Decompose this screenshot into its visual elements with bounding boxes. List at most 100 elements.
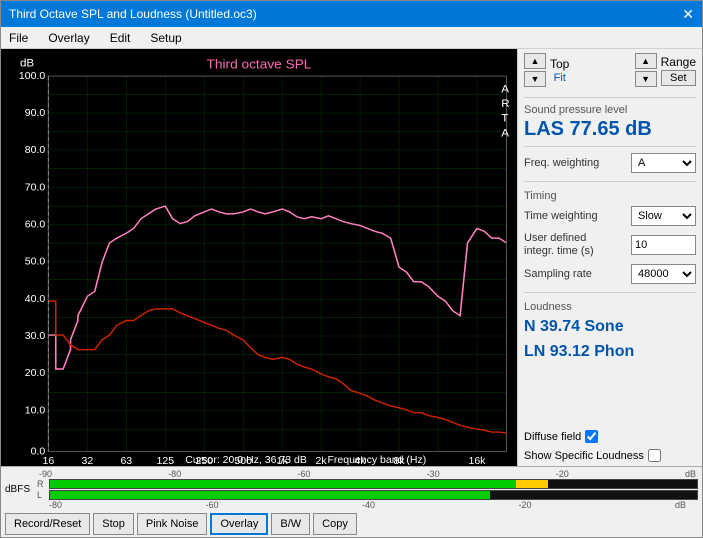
top-fit-btngroup: ▲ ▼ <box>524 53 546 87</box>
timing-label: Timing <box>524 190 696 202</box>
diffuse-field-checkbox[interactable] <box>585 430 598 443</box>
diffuse-field-label: Diffuse field <box>524 431 581 443</box>
svg-text:2k: 2k <box>316 456 328 466</box>
svg-text:125: 125 <box>157 456 175 466</box>
user-integ-input[interactable] <box>631 235 696 255</box>
menu-edit[interactable]: Edit <box>106 30 135 46</box>
meter-tick-db: dB <box>685 469 696 479</box>
fit-label: Fit <box>554 72 566 84</box>
range-label: Range <box>661 55 696 69</box>
record-reset-button[interactable]: Record/Reset <box>5 513 90 535</box>
meter-tick2-20: -20 <box>518 500 531 510</box>
meter-tick-60: -60 <box>297 469 310 479</box>
svg-text:A: A <box>501 84 509 95</box>
bottom-bar: dBFS -90 -80 -60 -30 -20 dB R <box>1 466 702 537</box>
sampling-rate-select[interactable]: 48000 44100 96000 <box>631 264 696 284</box>
overlay-button[interactable]: Overlay <box>210 513 268 535</box>
freq-weighting-select[interactable]: A B C Z <box>631 153 696 173</box>
divider3 <box>524 181 696 182</box>
svg-text:90.0: 90.0 <box>25 108 46 119</box>
window-title: Third Octave SPL and Loudness (Untitled.… <box>9 7 257 21</box>
pink-noise-button[interactable]: Pink Noise <box>137 513 208 535</box>
svg-text:50.0: 50.0 <box>25 257 46 268</box>
svg-text:32: 32 <box>81 456 93 466</box>
spl-section: Sound pressure level LAS 77.65 dB <box>524 104 696 140</box>
svg-text:30.0: 30.0 <box>25 331 46 342</box>
chart-container: Third octave SPL dB <box>1 49 517 466</box>
svg-text:A: A <box>501 128 509 139</box>
show-specific-row: Show Specific Loudness <box>524 449 696 462</box>
svg-text:R: R <box>501 99 509 110</box>
svg-text:Third octave SPL: Third octave SPL <box>207 57 312 71</box>
meter-tick-30: -30 <box>427 469 440 479</box>
svg-text:10.0: 10.0 <box>25 406 46 417</box>
loudness-ln-value: LN 93.12 Phon <box>524 342 696 363</box>
l-label: L <box>37 490 47 500</box>
svg-text:63: 63 <box>120 456 132 466</box>
chart-svg: Third octave SPL dB <box>1 49 517 466</box>
right-panel: ▲ ▼ Top Fit ▲ ▼ Range Set <box>517 49 702 466</box>
meter-tick2-80: -80 <box>49 500 62 510</box>
svg-text:60.0: 60.0 <box>25 220 46 231</box>
svg-text:70.0: 70.0 <box>25 183 46 194</box>
diffuse-field-row: Diffuse field <box>524 430 696 443</box>
svg-text:T: T <box>501 113 508 124</box>
sampling-rate-row: Sampling rate 48000 44100 96000 <box>524 264 696 284</box>
top-left-group: ▲ ▼ Top Fit <box>524 53 569 87</box>
menu-file[interactable]: File <box>5 30 32 46</box>
meter-tick2-60: -60 <box>205 500 218 510</box>
bw-button[interactable]: B/W <box>271 513 310 535</box>
spl-label: Sound pressure level <box>524 104 696 116</box>
range-down-button[interactable]: ▼ <box>635 71 657 87</box>
dbfs-label: dBFS <box>5 484 33 495</box>
menu-setup[interactable]: Setup <box>146 30 185 46</box>
meter-tick-20: -20 <box>556 469 569 479</box>
main-content: Third octave SPL dB <box>1 49 702 466</box>
top-up-button[interactable]: ▲ <box>524 53 546 69</box>
close-button[interactable]: ✕ <box>682 7 694 21</box>
svg-text:20.0: 20.0 <box>25 368 46 379</box>
set-button[interactable]: Set <box>661 70 696 86</box>
svg-text:80.0: 80.0 <box>25 145 46 156</box>
show-specific-checkbox[interactable] <box>648 449 661 462</box>
time-weighting-row: Time weighting Slow Fast Impulse <box>524 206 696 226</box>
menu-bar: File Overlay Edit Setup <box>1 27 702 49</box>
range-btngroup: ▲ ▼ <box>635 53 657 87</box>
main-window: Third Octave SPL and Loudness (Untitled.… <box>0 0 703 538</box>
user-integ-row: User definedintegr. time (s) <box>524 232 696 258</box>
loudness-n-value: N 39.74 Sone <box>524 317 696 338</box>
top-controls-row: ▲ ▼ Top Fit ▲ ▼ Range Set <box>524 53 696 87</box>
menu-overlay[interactable]: Overlay <box>44 30 93 46</box>
divider4 <box>524 292 696 293</box>
stop-button[interactable]: Stop <box>93 513 134 535</box>
top-down-button[interactable]: ▼ <box>524 71 546 87</box>
svg-text:40.0: 40.0 <box>25 294 46 305</box>
copy-button[interactable]: Copy <box>313 513 357 535</box>
meter-tick2-40: -40 <box>362 500 375 510</box>
loudness-label: Loudness <box>524 301 696 313</box>
svg-text:16k: 16k <box>468 456 486 466</box>
freq-weighting-row: Freq. weighting A B C Z <box>524 153 696 173</box>
divider1 <box>524 97 696 98</box>
freq-weighting-label: Freq. weighting <box>524 157 599 169</box>
svg-text:dB: dB <box>20 58 34 69</box>
time-weighting-label: Time weighting <box>524 210 598 222</box>
show-specific-label: Show Specific Loudness <box>524 450 644 462</box>
divider2 <box>524 146 696 147</box>
spl-value: LAS 77.65 dB <box>524 118 696 140</box>
r-label: R <box>37 479 47 489</box>
buttons-row: Record/Reset Stop Pink Noise Overlay B/W… <box>1 511 702 537</box>
svg-text:16: 16 <box>43 456 55 466</box>
svg-text:100.0: 100.0 <box>19 71 46 82</box>
meter-tick-80: -80 <box>168 469 181 479</box>
svg-text:Frequency band (Hz): Frequency band (Hz) <box>327 455 426 466</box>
chart-area: Third octave SPL dB <box>1 49 517 466</box>
top-label: Top <box>550 57 569 71</box>
user-integ-label: User definedintegr. time (s) <box>524 232 594 258</box>
range-up-button[interactable]: ▲ <box>635 53 657 69</box>
sampling-rate-label: Sampling rate <box>524 268 592 280</box>
title-bar: Third Octave SPL and Loudness (Untitled.… <box>1 1 702 27</box>
time-weighting-select[interactable]: Slow Fast Impulse <box>631 206 696 226</box>
top-right-group: ▲ ▼ Range Set <box>635 53 696 87</box>
meter-tick2-db: dB <box>675 500 686 510</box>
